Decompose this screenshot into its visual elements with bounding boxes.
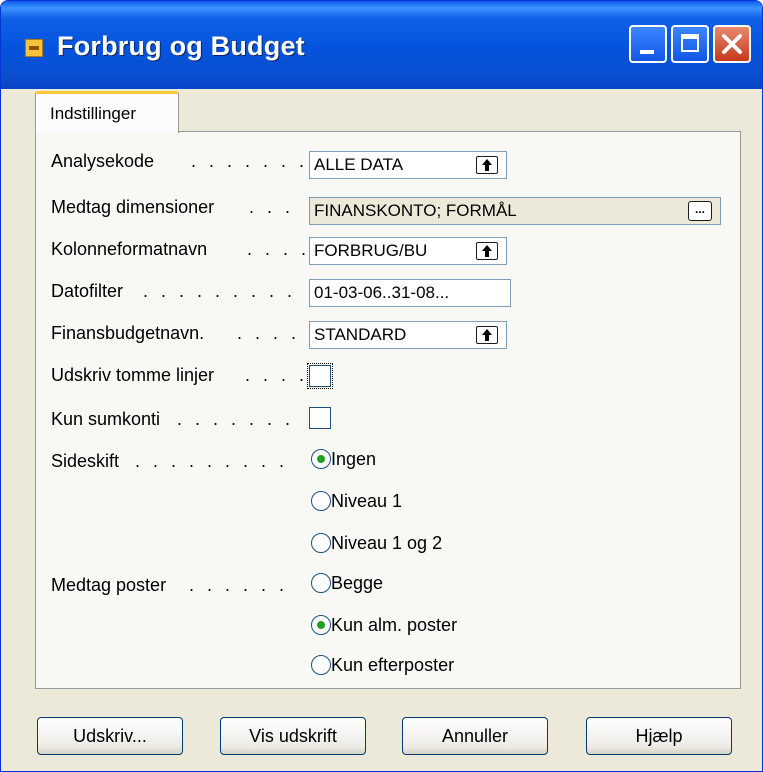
leader-dots: . . . . . . . bbox=[177, 409, 295, 429]
udskriv-tomme-linjer-label: Udskriv tomme linjer bbox=[51, 365, 214, 391]
field-value: STANDARD bbox=[314, 325, 407, 344]
leader-dots: . . . . . . bbox=[189, 575, 289, 595]
radio-label: Kun efterposter bbox=[331, 655, 455, 675]
label-text: Analysekode bbox=[51, 151, 155, 171]
medtag-poster-label: Medtag poster bbox=[51, 575, 166, 601]
leader-dots: . . . . bbox=[247, 239, 311, 259]
leader-dots: . . . . . . . . . bbox=[135, 451, 289, 471]
tab-indstillinger[interactable]: Indstillinger bbox=[35, 91, 179, 133]
kolonneformatnavn-field[interactable]: FORBRUG/BU bbox=[309, 237, 507, 265]
app-icon bbox=[25, 39, 43, 57]
medtag-poster-option-begge[interactable]: Begge bbox=[311, 573, 383, 599]
field-value: FORBRUG/BU bbox=[314, 241, 428, 260]
medtag-dimensioner-field[interactable]: FINANSKONTO; FORMÅL ... bbox=[309, 197, 721, 225]
kolonneformatnavn-label: Kolonneformatnavn bbox=[51, 239, 207, 265]
medtag-poster-option-kun-alm-poster[interactable]: Kun alm. poster bbox=[311, 615, 457, 641]
radio-icon bbox=[311, 573, 331, 593]
datofilter-label: Datofilter bbox=[51, 281, 123, 307]
lookup-arrow-icon[interactable] bbox=[476, 326, 498, 344]
label-text: Medtag poster bbox=[51, 575, 167, 595]
tab-label: Indstillinger bbox=[50, 104, 136, 123]
print-button[interactable]: Udskriv... bbox=[37, 717, 183, 755]
label-text: Datofilter bbox=[51, 281, 124, 301]
leader-dots: . . . . bbox=[237, 323, 301, 343]
label-text: Medtag dimensioner bbox=[51, 197, 215, 217]
field-value: FINANSKONTO; FORMÅL bbox=[314, 201, 517, 220]
radio-selected-icon bbox=[311, 615, 331, 635]
radio-label: Kun alm. poster bbox=[331, 615, 458, 635]
leader-dots: . . . . . . . . . bbox=[143, 281, 297, 301]
label-text: Udskriv tomme linjer bbox=[51, 365, 215, 385]
radio-label: Niveau 1 og 2 bbox=[331, 533, 443, 553]
finansbudgetnavn-label: Finansbudgetnavn. bbox=[51, 323, 204, 349]
minimize-icon bbox=[640, 50, 654, 54]
label-text: Kun sumkonti bbox=[51, 409, 161, 429]
analysekode-field[interactable]: ALLE DATA bbox=[309, 151, 507, 179]
cancel-button[interactable]: Annuller bbox=[402, 717, 548, 755]
sideskift-option-niveau-1-og-2[interactable]: Niveau 1 og 2 bbox=[311, 533, 442, 559]
sideskift-label: Sideskift bbox=[51, 451, 119, 477]
lookup-arrow-icon[interactable] bbox=[476, 242, 498, 260]
datofilter-field[interactable]: 01-03-06..31-08... bbox=[309, 279, 511, 307]
radio-icon bbox=[311, 491, 331, 511]
kun-sumkonti-label: Kun sumkonti bbox=[51, 409, 160, 435]
report-dialog-window: Forbrug og Budget Indstillinger Analysek… bbox=[0, 0, 763, 772]
label-text: Sideskift bbox=[51, 451, 120, 471]
window-title: Forbrug og Budget bbox=[57, 31, 305, 61]
medtag-dimensioner-label: Medtag dimensioner bbox=[51, 197, 214, 223]
leader-dots: . . . . bbox=[245, 365, 309, 385]
ellipsis-button[interactable]: ... bbox=[688, 201, 712, 221]
radio-label: Ingen bbox=[331, 449, 377, 469]
preview-button[interactable]: Vis udskrift bbox=[220, 717, 366, 755]
analysekode-label: Analysekode bbox=[51, 151, 154, 177]
label-text: Finansbudgetnavn. bbox=[51, 323, 205, 343]
field-value: 01-03-06..31-08... bbox=[314, 283, 450, 302]
udskriv-tomme-linjer-checkbox[interactable] bbox=[307, 363, 333, 389]
field-value: ALLE DATA bbox=[314, 155, 404, 174]
radio-selected-icon bbox=[311, 449, 331, 469]
finansbudgetnavn-field[interactable]: STANDARD bbox=[309, 321, 507, 349]
radio-label: Niveau 1 bbox=[331, 491, 403, 511]
sideskift-option-niveau-1[interactable]: Niveau 1 bbox=[311, 491, 402, 517]
leader-dots: . . . bbox=[249, 197, 295, 217]
label-text: Kolonneformatnavn bbox=[51, 239, 208, 259]
lookup-arrow-icon[interactable] bbox=[476, 156, 498, 174]
radio-icon bbox=[311, 655, 331, 675]
help-button[interactable]: Hjælp bbox=[586, 717, 732, 755]
leader-dots: . . . . . . . bbox=[191, 151, 309, 171]
radio-icon bbox=[311, 533, 331, 553]
sideskift-option-ingen[interactable]: Ingen bbox=[311, 449, 376, 475]
radio-label: Begge bbox=[331, 573, 384, 593]
maximize-icon bbox=[681, 34, 699, 52]
close-icon bbox=[722, 34, 742, 54]
title-bar[interactable]: Forbrug og Budget bbox=[1, 1, 762, 89]
close-button[interactable] bbox=[713, 25, 751, 63]
medtag-poster-option-kun-efterposter[interactable]: Kun efterposter bbox=[311, 655, 454, 681]
kun-sumkonti-checkbox[interactable] bbox=[309, 407, 331, 429]
minimize-button[interactable] bbox=[629, 25, 667, 63]
maximize-button[interactable] bbox=[671, 25, 709, 63]
